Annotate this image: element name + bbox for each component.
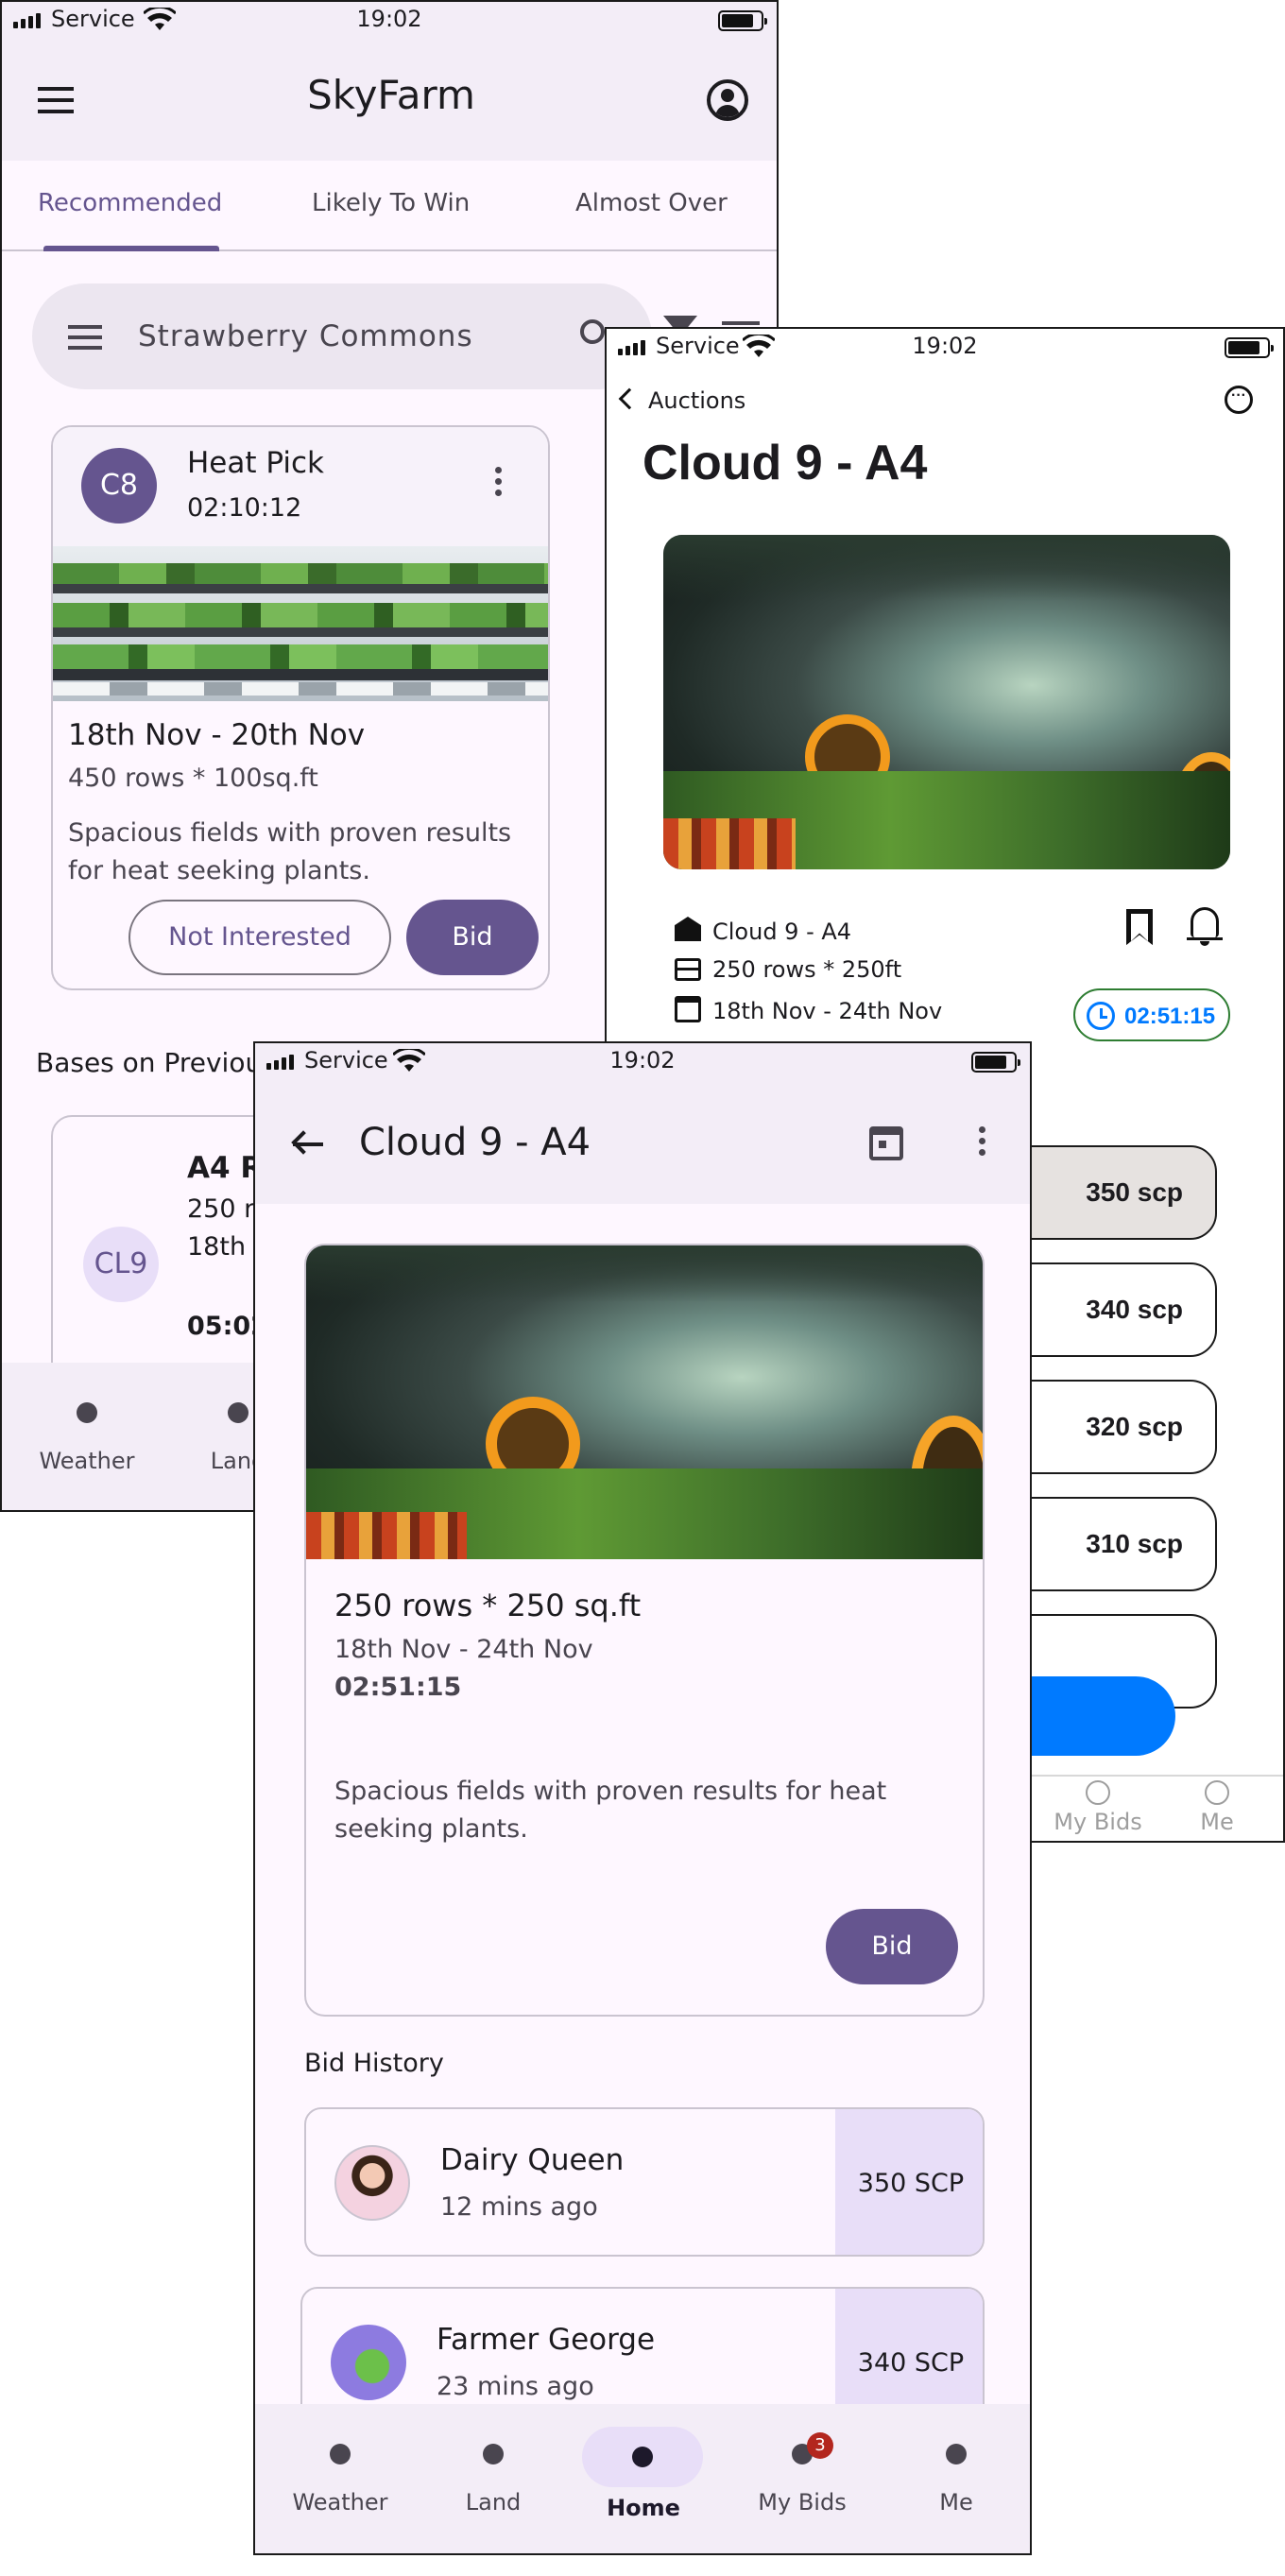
status-bar: Service 19:02 xyxy=(2,2,777,40)
countdown-badge: 02:51:15 xyxy=(1073,988,1230,1041)
notification-badge: 3 xyxy=(807,2432,833,2459)
section-title: Bases on Previous xyxy=(36,1047,276,1078)
person-icon xyxy=(1205,1780,1229,1805)
not-interested-button[interactable]: Not Interested xyxy=(128,900,391,975)
land-icon xyxy=(483,2444,504,2464)
search-icon[interactable] xyxy=(580,319,605,344)
my-bids-icon xyxy=(1086,1780,1110,1805)
person-icon xyxy=(946,2444,967,2464)
bid-history-item: Dairy Queen 12 mins ago 350 SCP xyxy=(304,2107,985,2257)
nav-me[interactable]: Me xyxy=(900,2444,1013,2516)
account-icon[interactable] xyxy=(707,79,748,121)
tab-recommended[interactable]: Recommended xyxy=(38,189,222,217)
search-bar[interactable]: Strawberry Commons xyxy=(32,283,652,389)
card-description: Spacious fields with proven results for … xyxy=(68,818,512,885)
menu-icon[interactable] xyxy=(68,325,102,350)
more-options-icon[interactable]: ··· xyxy=(1225,386,1253,414)
nav-home[interactable]: Home xyxy=(582,2427,705,2521)
barn-icon xyxy=(675,917,701,941)
plot-timer: 02:51:15 xyxy=(334,1673,462,1702)
app-title: SkyFarm xyxy=(307,72,475,118)
sort-icon[interactable] xyxy=(722,321,760,325)
bell-icon[interactable] xyxy=(1187,907,1223,946)
bidder-name: Farmer George xyxy=(437,2323,656,2357)
bid-time: 23 mins ago xyxy=(437,2372,594,2401)
info-location: Cloud 9 - A4 xyxy=(712,919,852,945)
battery-icon xyxy=(971,1052,1020,1073)
tab-indicator xyxy=(43,246,219,251)
more-vert-icon[interactable] xyxy=(979,1126,986,1156)
card-dates: 18th Nov - 20th Nov xyxy=(68,718,366,752)
calendar-icon xyxy=(675,996,701,1022)
avatar: CL9 xyxy=(83,1227,159,1302)
tab-likely-to-win[interactable]: Likely To Win xyxy=(312,189,470,217)
more-vert-icon[interactable] xyxy=(495,467,503,496)
avatar xyxy=(334,2145,410,2221)
land-icon xyxy=(228,1402,248,1423)
bid-button[interactable]: Bid xyxy=(826,1909,958,1984)
nav-active-indicator xyxy=(582,2427,703,2487)
plot-card: 250 rows * 250 sq.ft 18th Nov - 24th Nov… xyxy=(304,1244,985,2017)
status-time: 19:02 xyxy=(356,6,422,32)
tab-bar: Recommended Likely To Win Almost Over xyxy=(2,161,777,251)
auction-card[interactable]: C8 Heat Pick 02:10:12 18th Nov - 20th No… xyxy=(51,425,550,990)
page-title: Cloud 9 - A4 xyxy=(359,1121,591,1164)
search-input[interactable]: Strawberry Commons xyxy=(138,319,473,353)
plot-size: 250 rows * 250 sq.ft xyxy=(334,1588,642,1623)
tab-almost-over[interactable]: Almost Over xyxy=(575,189,728,217)
greenhouse-image xyxy=(663,535,1230,869)
weather-icon xyxy=(77,1402,97,1423)
battery-icon xyxy=(1225,337,1274,358)
page-title: Cloud 9 - A4 xyxy=(642,436,928,490)
nav-weather[interactable]: Weather xyxy=(283,2444,397,2516)
back-link[interactable]: Auctions xyxy=(648,387,745,414)
status-time: 19:02 xyxy=(912,333,978,359)
greenhouse-image xyxy=(306,1245,983,1559)
card-size: 450 rows * 100sq.ft xyxy=(68,764,318,793)
bookmark-icon[interactable] xyxy=(1126,909,1153,945)
nav-weather[interactable]: Weather xyxy=(30,1402,144,1474)
app-bar: Cloud 9 - A4 xyxy=(255,1081,1030,1204)
clock-icon xyxy=(1087,1002,1115,1030)
screen-plot-detail: Service 19:02 Cloud 9 - A4 250 rows * 25… xyxy=(253,1041,1032,2555)
avatar: C8 xyxy=(81,448,157,524)
bidder-name: Dairy Queen xyxy=(440,2143,625,2177)
tab-me[interactable]: Me xyxy=(1170,1780,1264,1835)
status-bar: Service 19:02 xyxy=(607,329,1283,367)
card-timer: 02:10:12 xyxy=(187,493,302,523)
arrow-back-icon[interactable] xyxy=(291,1130,325,1159)
status-time: 19:02 xyxy=(609,1047,676,1073)
battery-icon xyxy=(718,10,767,31)
info-size: 250 rows * 250ft xyxy=(712,956,902,983)
plot-description: Spacious fields with proven results for … xyxy=(334,1777,887,1844)
bottom-nav: Weather Land Home 3 My Bids Me xyxy=(255,2404,1030,2553)
weather-icon xyxy=(330,2444,351,2464)
tab-my-bids[interactable]: My Bids xyxy=(1041,1780,1155,1835)
countdown-timer: 02:51:15 xyxy=(1124,1004,1216,1029)
bid-time: 12 mins ago xyxy=(440,2192,598,2222)
bid-amount: 350 SCP xyxy=(835,2109,983,2255)
info-dates: 18th Nov - 24th Nov xyxy=(712,998,943,1024)
nav-land[interactable]: Land xyxy=(437,2444,550,2516)
nav-my-bids[interactable]: 3 My Bids xyxy=(741,2432,864,2516)
avatar xyxy=(331,2325,406,2400)
vertical-farm-image xyxy=(53,546,548,701)
home-icon xyxy=(632,2447,653,2467)
rows-icon xyxy=(675,958,701,981)
app-bar: SkyFarm xyxy=(2,40,777,161)
bid-history-title: Bid History xyxy=(304,2049,444,2078)
bid-button[interactable]: Bid xyxy=(406,900,539,975)
calendar-icon[interactable] xyxy=(869,1126,903,1160)
status-bar: Service 19:02 xyxy=(255,1043,1030,1081)
plot-dates: 18th Nov - 24th Nov xyxy=(334,1635,593,1664)
chevron-left-icon[interactable] xyxy=(618,387,641,410)
card-title: Heat Pick xyxy=(187,446,325,480)
